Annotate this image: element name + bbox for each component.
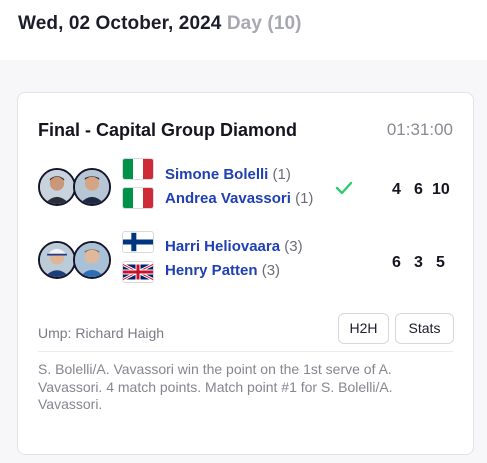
- uk-flag-icon: [123, 262, 153, 282]
- player-name-text[interactable]: Andrea Vavassori: [165, 190, 291, 207]
- player-seed: (1): [295, 190, 314, 207]
- player-seed: (3): [261, 262, 281, 279]
- umpire-label: Ump: Richard Haigh: [38, 325, 165, 341]
- italy-flag-icon: [123, 188, 153, 208]
- score-team2-set2: 3: [414, 254, 423, 271]
- date-label: Wed, 02 October, 2024: [18, 13, 222, 34]
- player-name-1[interactable]: Simone Bolelli (1): [165, 166, 291, 183]
- winner-check-icon: [335, 181, 353, 195]
- score-team2-set1: 6: [392, 254, 401, 271]
- player-name-4[interactable]: Henry Patten (3): [165, 262, 280, 279]
- player-name-3[interactable]: Harri Heliovaara (3): [165, 238, 303, 255]
- italy-flag-icon: [123, 159, 153, 179]
- top-bar: Wed, 02 October, 2024 Day (10): [0, 0, 487, 60]
- date-heading: Wed, 02 October, 2024 Day (10): [18, 13, 302, 35]
- player-name-text[interactable]: Harri Heliovaara: [165, 238, 280, 255]
- score-team1-set2: 6: [414, 181, 423, 198]
- day-label: Day (10): [226, 13, 302, 34]
- player-avatar-bolelli[interactable]: [38, 168, 76, 206]
- player-name-2[interactable]: Andrea Vavassori (1): [165, 190, 313, 207]
- match-title: Final - Capital Group Diamond: [38, 120, 298, 140]
- player-avatar-vavassori[interactable]: [73, 168, 111, 206]
- player-name-text[interactable]: Henry Patten: [165, 262, 258, 279]
- player-avatar-patten[interactable]: [73, 241, 111, 279]
- finland-flag-icon: [123, 232, 153, 252]
- stats-button[interactable]: Stats: [395, 313, 454, 344]
- player-name-text[interactable]: Simone Bolelli: [165, 166, 268, 183]
- divider: [38, 351, 453, 352]
- player-avatar-heliovaara[interactable]: [38, 241, 76, 279]
- match-time: 01:31:00: [386, 120, 453, 139]
- player-seed: (1): [272, 166, 291, 183]
- match-commentary: S. Bolelli/A. Vavassori win the point on…: [38, 361, 393, 412]
- match-card[interactable]: Final - Capital Group Diamond 01:31:00 S…: [17, 92, 474, 455]
- score-team2-set3: 5: [436, 254, 445, 271]
- score-team1-set1: 4: [392, 181, 401, 198]
- h2h-button[interactable]: H2H: [338, 313, 389, 344]
- score-team1-set3: 10: [432, 181, 450, 198]
- player-seed: (3): [284, 238, 303, 255]
